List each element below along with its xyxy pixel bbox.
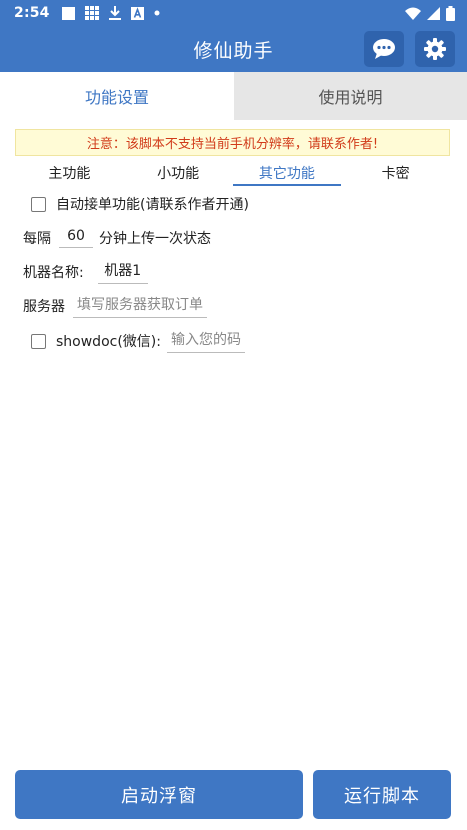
showdoc-input[interactable]: 输入您的码 (166, 329, 245, 353)
status-time: 2:54 (14, 5, 50, 21)
showdoc-checkbox[interactable] (31, 333, 46, 349)
showdoc-row: showdoc(微信): 输入您的码 (31, 329, 245, 353)
server-label: 服务器 (23, 299, 65, 315)
machine-name-row: 机器名称: 机器1 (23, 260, 148, 284)
subtab-other-function[interactable]: 其它功能 (232, 160, 342, 186)
auto-order-checkbox[interactable] (31, 196, 46, 212)
server-input[interactable]: 填写服务器获取订单 (73, 294, 207, 318)
a-box-icon (130, 6, 144, 20)
subtab-main-function[interactable]: 主功能 (15, 160, 124, 186)
interval-input[interactable]: 60 (59, 228, 93, 248)
main-tabs: 功能设置 使用说明 (0, 72, 467, 120)
tab-instructions[interactable]: 使用说明 (234, 72, 467, 120)
battery-icon (446, 5, 455, 21)
status-bar: 2:54 (0, 0, 467, 26)
chat-button[interactable] (364, 31, 404, 67)
gear-icon (424, 38, 446, 60)
grid-icon (84, 6, 99, 20)
wifi-icon (405, 7, 421, 20)
download-icon (108, 6, 121, 20)
interval-suffix: 分钟上传一次状态 (99, 231, 211, 247)
status-icons-right (405, 5, 455, 21)
sub-tabs: 主功能 小功能 其它功能 卡密 (15, 160, 450, 186)
signal-icon (427, 6, 440, 20)
status-icons-left (61, 6, 160, 20)
subtab-small-function[interactable]: 小功能 (124, 160, 233, 186)
subtab-card-key[interactable]: 卡密 (341, 160, 450, 186)
server-row: 服务器 填写服务器获取订单 (23, 294, 207, 318)
chat-icon (373, 39, 395, 59)
interval-row: 每隔 60 分钟上传一次状态 (23, 226, 211, 250)
start-float-window-button[interactable]: 启动浮窗 (15, 770, 303, 819)
auto-order-row: 自动接单功能(请联系作者开通) (31, 194, 249, 214)
square-icon (61, 6, 75, 20)
dot-icon (154, 10, 160, 16)
run-script-button[interactable]: 运行脚本 (313, 770, 451, 819)
machine-name-input[interactable]: 机器1 (97, 260, 148, 284)
showdoc-label[interactable]: showdoc(微信): (56, 331, 161, 351)
resolution-notice: 注意：该脚本不支持当前手机分辨率，请联系作者! (15, 129, 450, 156)
interval-prefix: 每隔 (23, 231, 51, 247)
settings-button[interactable] (415, 31, 455, 67)
app-bar: 修仙助手 (0, 26, 467, 72)
auto-order-label[interactable]: 自动接单功能(请联系作者开通) (56, 194, 249, 214)
tab-function-settings[interactable]: 功能设置 (0, 72, 234, 120)
machine-name-label: 机器名称: (23, 265, 84, 281)
